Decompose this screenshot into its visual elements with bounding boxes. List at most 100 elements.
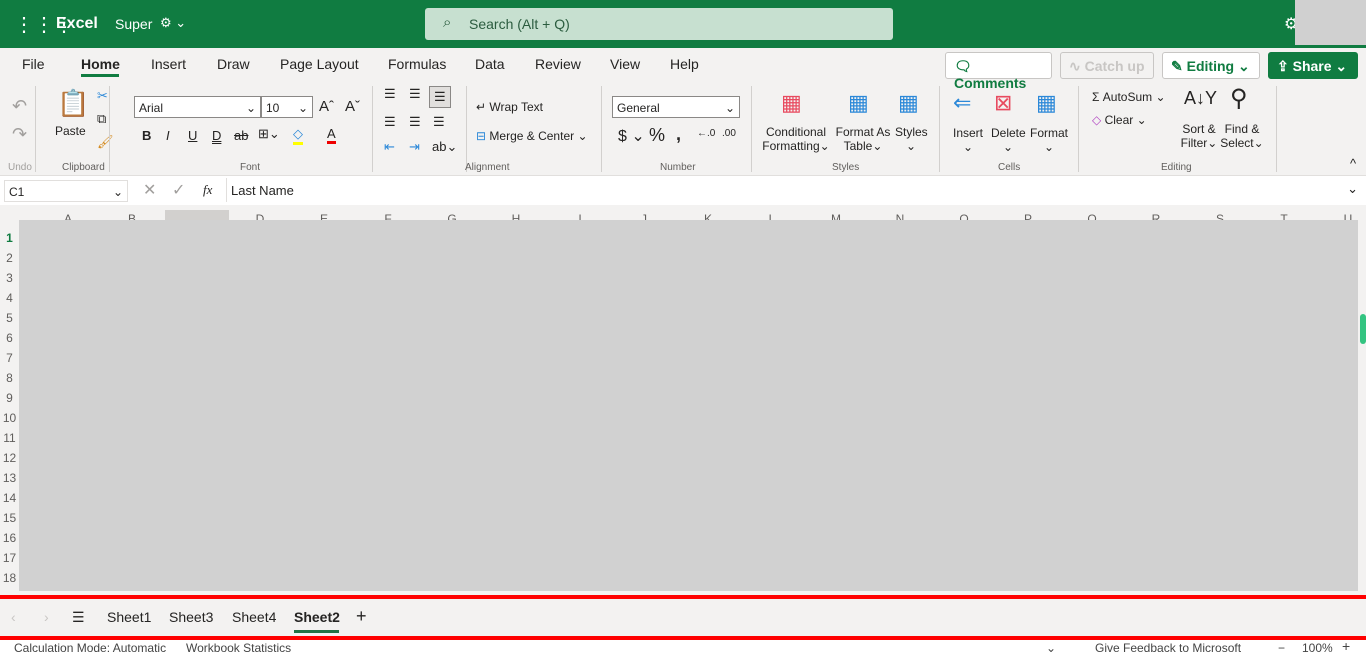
fill-color-icon[interactable]: ◇: [293, 126, 303, 145]
tab-insert[interactable]: Insert: [151, 56, 186, 72]
share-button[interactable]: ⇪ Share ⌄: [1268, 52, 1358, 79]
row-header[interactable]: 18: [0, 571, 19, 585]
sheet-tab-sheet4[interactable]: Sheet4: [232, 609, 276, 625]
find-select-button[interactable]: Find & Select⌄: [1220, 122, 1264, 150]
row-header[interactable]: 11: [0, 431, 19, 445]
strikethrough-icon[interactable]: ab: [234, 128, 248, 143]
font-color-icon[interactable]: A: [327, 126, 336, 144]
row-header[interactable]: 12: [0, 451, 19, 465]
double-underline-icon[interactable]: D: [212, 128, 221, 143]
row-header[interactable]: 16: [0, 531, 19, 545]
workbook-statistics[interactable]: Workbook Statistics: [186, 641, 291, 655]
chevron-down-icon[interactable]: ⚙ ⌄: [160, 15, 186, 31]
row-header[interactable]: 10: [0, 411, 19, 425]
all-sheets-icon[interactable]: ☰: [72, 609, 85, 626]
row-header[interactable]: 17: [0, 551, 19, 565]
comma-icon[interactable]: ,: [676, 124, 681, 145]
file-name[interactable]: Super: [115, 16, 152, 32]
vertical-scrollbar-thumb[interactable]: [1360, 314, 1366, 344]
cancel-icon[interactable]: ✕: [143, 180, 156, 200]
cut-icon[interactable]: ✂: [97, 88, 108, 104]
row-header[interactable]: 1: [0, 231, 19, 245]
delete-button[interactable]: Delete ⌄: [991, 126, 1026, 154]
align-center-icon[interactable]: ☰: [409, 114, 421, 130]
zoom-out-icon[interactable]: −: [1278, 641, 1285, 655]
autosum-button[interactable]: Σ AutoSum ⌄: [1092, 90, 1166, 104]
align-bottom-icon[interactable]: ☰: [429, 86, 451, 108]
merge-center-button[interactable]: ⊟ Merge & Center ⌄: [476, 129, 588, 143]
tab-help[interactable]: Help: [670, 56, 699, 72]
collapse-ribbon-icon[interactable]: ^: [1350, 156, 1356, 171]
avatar[interactable]: [1295, 0, 1366, 45]
sheet-tab-sheet3[interactable]: Sheet3: [169, 609, 213, 625]
row-header[interactable]: 7: [0, 351, 19, 365]
font-name-select[interactable]: Arial ⌄: [134, 96, 261, 118]
italic-icon[interactable]: I: [166, 128, 170, 143]
zoom-in-icon[interactable]: +: [1342, 638, 1350, 654]
align-top-icon[interactable]: ☰: [384, 86, 396, 102]
orientation-icon[interactable]: ab⌄: [432, 139, 457, 155]
conditional-formatting-button[interactable]: Conditional Formatting⌄: [761, 125, 831, 153]
currency-icon[interactable]: $ ⌄: [618, 126, 645, 146]
font-size-select[interactable]: 10 ⌄: [261, 96, 313, 118]
tab-view[interactable]: View: [610, 56, 640, 72]
tab-file[interactable]: File: [22, 56, 45, 72]
increase-indent-icon[interactable]: ⇥: [409, 139, 420, 155]
number-format-select[interactable]: General ⌄: [612, 96, 740, 118]
increase-font-icon[interactable]: Aˆ: [319, 98, 334, 115]
row-header[interactable]: 5: [0, 311, 19, 325]
prev-sheet-icon[interactable]: ‹: [11, 609, 16, 625]
copy-icon[interactable]: ⧉: [97, 111, 106, 127]
paste-icon[interactable]: 📋: [57, 88, 89, 119]
row-header[interactable]: 9: [0, 391, 19, 405]
catch-up-button[interactable]: ∿ Catch up: [1060, 52, 1154, 79]
increase-decimal-icon[interactable]: ←.0: [697, 128, 715, 139]
clear-button[interactable]: ◇ Clear ⌄: [1092, 113, 1147, 127]
cell-styles-button[interactable]: Styles ⌄: [895, 125, 928, 153]
decrease-font-icon[interactable]: Aˇ: [345, 98, 360, 115]
grid-redacted-area[interactable]: [19, 220, 1358, 591]
row-header[interactable]: 14: [0, 491, 19, 505]
search-input[interactable]: ⌕ Search (Alt + Q): [425, 8, 893, 40]
underline-icon[interactable]: U: [188, 128, 197, 143]
format-painter-icon[interactable]: 🖌: [97, 134, 114, 150]
calculation-mode[interactable]: Calculation Mode: Automatic: [14, 641, 166, 655]
row-header[interactable]: 4: [0, 291, 19, 305]
tab-draw[interactable]: Draw: [217, 56, 250, 72]
bold-icon[interactable]: B: [142, 128, 151, 143]
row-header[interactable]: 13: [0, 471, 19, 485]
editing-mode-button[interactable]: ✎ Editing ⌄: [1162, 52, 1260, 79]
format-button[interactable]: Format ⌄: [1030, 126, 1068, 154]
sheet-tab-sheet2[interactable]: Sheet2: [294, 609, 340, 625]
sheet-tab-sheet1[interactable]: Sheet1: [107, 609, 151, 625]
row-header[interactable]: 2: [0, 251, 19, 265]
insert-button[interactable]: Insert ⌄: [953, 126, 983, 154]
tab-page-layout[interactable]: Page Layout: [280, 56, 359, 72]
sort-filter-button[interactable]: Sort & Filter⌄: [1178, 122, 1220, 150]
name-box[interactable]: C1 ⌄: [4, 180, 128, 202]
borders-icon[interactable]: ⊞⌄: [258, 126, 280, 142]
align-middle-icon[interactable]: ☰: [409, 86, 421, 102]
feedback-link[interactable]: Give Feedback to Microsoft: [1095, 641, 1241, 655]
row-header[interactable]: 6: [0, 331, 19, 345]
enter-icon[interactable]: ✓: [172, 180, 185, 200]
decrease-indent-icon[interactable]: ⇤: [384, 139, 395, 155]
insert-function-icon[interactable]: fx: [203, 182, 212, 198]
tab-data[interactable]: Data: [475, 56, 505, 72]
add-sheet-icon[interactable]: +: [356, 606, 367, 627]
row-header[interactable]: 8: [0, 371, 19, 385]
row-header[interactable]: 15: [0, 511, 19, 525]
wrap-text-button[interactable]: ↵ Wrap Text: [476, 100, 543, 114]
tab-review[interactable]: Review: [535, 56, 581, 72]
next-sheet-icon[interactable]: ›: [44, 609, 49, 625]
align-left-icon[interactable]: ☰: [384, 114, 396, 130]
format-as-table-button[interactable]: Format As Table⌄: [834, 125, 892, 153]
undo-icon[interactable]: ↶: [12, 96, 27, 117]
decrease-decimal-icon[interactable]: .00: [722, 128, 736, 139]
chevron-down-icon[interactable]: ⌄: [1046, 641, 1056, 655]
redo-icon[interactable]: ↷: [12, 124, 27, 145]
comments-button[interactable]: 🗨 Comments: [945, 52, 1052, 91]
percent-icon[interactable]: %: [649, 125, 665, 146]
paste-button[interactable]: Paste: [55, 124, 86, 138]
tab-formulas[interactable]: Formulas: [388, 56, 446, 72]
